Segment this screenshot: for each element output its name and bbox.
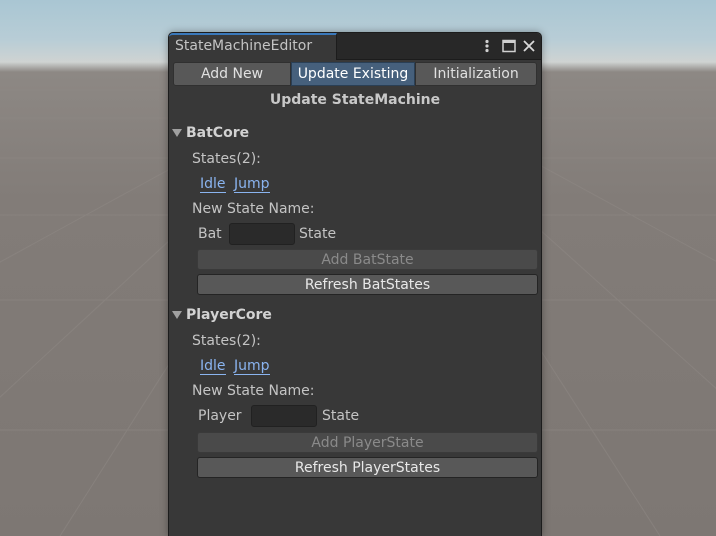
new-state-name-input[interactable]: [229, 223, 295, 245]
state-link-idle[interactable]: Idle: [200, 358, 226, 375]
states-count-label: States(2):: [192, 151, 261, 167]
foldout-playercore[interactable]: PlayerCore: [172, 306, 272, 324]
title-bar: StateMachineEditor: [169, 33, 541, 60]
states-count-label: States(2):: [192, 333, 261, 349]
close-icon[interactable]: [521, 38, 537, 54]
add-state-button[interactable]: Add PlayerState: [197, 432, 538, 453]
state-prefix-label: Bat: [198, 226, 222, 242]
add-state-button[interactable]: Add BatState: [197, 249, 538, 270]
tab-initialization[interactable]: Initialization: [415, 62, 537, 86]
state-link-jump[interactable]: Jump: [234, 176, 270, 193]
state-link-jump[interactable]: Jump: [234, 358, 270, 375]
kebab-menu-icon[interactable]: [479, 38, 495, 54]
refresh-states-button[interactable]: Refresh PlayerStates: [197, 457, 538, 478]
state-link-idle[interactable]: Idle: [200, 176, 226, 193]
section-batcore: BatCore States(2): Idle Jump New State N…: [169, 124, 541, 299]
window-tab[interactable]: StateMachineEditor: [169, 33, 337, 60]
new-state-name-label: New State Name:: [192, 383, 315, 399]
state-machine-editor-window: StateMachineEditor Add New Update Existi…: [168, 32, 542, 536]
page-title: Update StateMachine: [269, 92, 441, 108]
state-suffix-label: State: [322, 408, 360, 424]
triangle-down-icon: [172, 124, 184, 142]
maximize-icon[interactable]: [501, 38, 517, 54]
foldout-batcore[interactable]: BatCore: [172, 124, 249, 142]
new-state-name-label: New State Name:: [192, 201, 315, 217]
section-playercore: PlayerCore States(2): Idle Jump New Stat…: [169, 306, 541, 481]
state-prefix-label: Player: [198, 408, 242, 424]
tab-update-existing[interactable]: Update Existing: [291, 62, 415, 86]
refresh-states-button[interactable]: Refresh BatStates: [197, 274, 538, 295]
state-suffix-label: State: [299, 226, 337, 242]
foldout-label: PlayerCore: [186, 307, 272, 323]
new-state-name-input[interactable]: [251, 405, 317, 427]
mode-toolbar: Add New Update Existing Initialization: [173, 62, 537, 86]
foldout-label: BatCore: [186, 125, 250, 141]
window-title: StateMachineEditor: [175, 38, 313, 54]
tab-add-new[interactable]: Add New: [173, 62, 291, 86]
triangle-down-icon: [172, 306, 184, 324]
